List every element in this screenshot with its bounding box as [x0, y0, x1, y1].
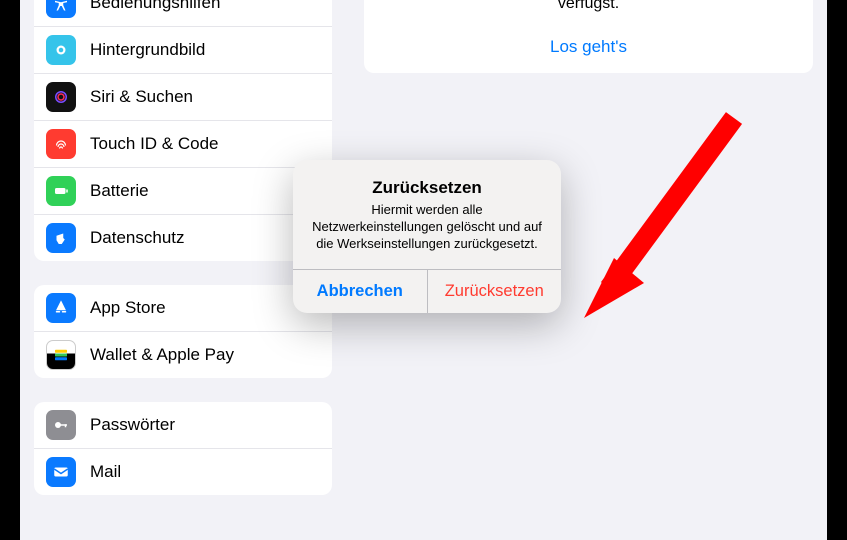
sidebar-item-appstore[interactable]: App Store: [34, 285, 332, 332]
sidebar-item-mail[interactable]: Mail: [34, 449, 332, 495]
sidebar-item-wallet[interactable]: Wallet & Apple Pay: [34, 332, 332, 378]
sidebar-item-label: App Store: [90, 298, 166, 318]
sidebar-item-label: Siri & Suchen: [90, 87, 193, 107]
confirm-button[interactable]: Zurücksetzen: [428, 270, 562, 313]
sidebar-item-label: Datenschutz: [90, 228, 185, 248]
settings-group-general: Bedienungshilfen Hintergrundbild Siri & …: [34, 0, 332, 261]
battery-icon: [46, 176, 76, 206]
sidebar-item-label: Bedienungshilfen: [90, 0, 220, 13]
dialog-message: Hiermit werden alle Netzwerkeinstellunge…: [307, 202, 547, 253]
info-card-text: neues iPad vorbereitet ist, auch wenn du…: [388, 0, 789, 15]
settings-group-accounts: Passwörter Mail: [34, 402, 332, 495]
reset-dialog: Zurücksetzen Hiermit werden alle Netzwer…: [293, 160, 561, 313]
accessibility-icon: [46, 0, 76, 18]
siri-icon: [46, 82, 76, 112]
settings-group-store: App Store Wallet & Apple Pay: [34, 285, 332, 378]
dialog-buttons: Abbrechen Zurücksetzen: [293, 269, 561, 313]
touchid-icon: [46, 129, 76, 159]
sidebar-item-label: Passwörter: [90, 415, 175, 435]
info-card-link[interactable]: Los geht's: [388, 37, 789, 57]
sidebar-item-label: Touch ID & Code: [90, 134, 219, 154]
sidebar-item-label: Mail: [90, 462, 121, 482]
sidebar-item-siri[interactable]: Siri & Suchen: [34, 74, 332, 121]
wallet-icon: [46, 340, 76, 370]
sidebar-item-label: Wallet & Apple Pay: [90, 345, 234, 365]
info-card: neues iPad vorbereitet ist, auch wenn du…: [364, 0, 813, 73]
sidebar-item-touchid[interactable]: Touch ID & Code: [34, 121, 332, 168]
appstore-icon: [46, 293, 76, 323]
sidebar-item-privacy[interactable]: Datenschutz: [34, 215, 332, 261]
sidebar-item-wallpaper[interactable]: Hintergrundbild: [34, 27, 332, 74]
sidebar-item-passwords[interactable]: Passwörter: [34, 402, 332, 449]
dialog-body: Zurücksetzen Hiermit werden alle Netzwer…: [293, 160, 561, 269]
sidebar-item-label: Batterie: [90, 181, 149, 201]
sidebar-item-accessibility[interactable]: Bedienungshilfen: [34, 0, 332, 27]
passwords-icon: [46, 410, 76, 440]
mail-icon: [46, 457, 76, 487]
cancel-button[interactable]: Abbrechen: [293, 270, 428, 313]
sidebar-item-battery[interactable]: Batterie: [34, 168, 332, 215]
privacy-icon: [46, 223, 76, 253]
device-frame: Bedienungshilfen Hintergrundbild Siri & …: [0, 0, 847, 500]
wallpaper-icon: [46, 35, 76, 65]
dialog-title: Zurücksetzen: [307, 178, 547, 198]
sidebar-item-label: Hintergrundbild: [90, 40, 205, 60]
